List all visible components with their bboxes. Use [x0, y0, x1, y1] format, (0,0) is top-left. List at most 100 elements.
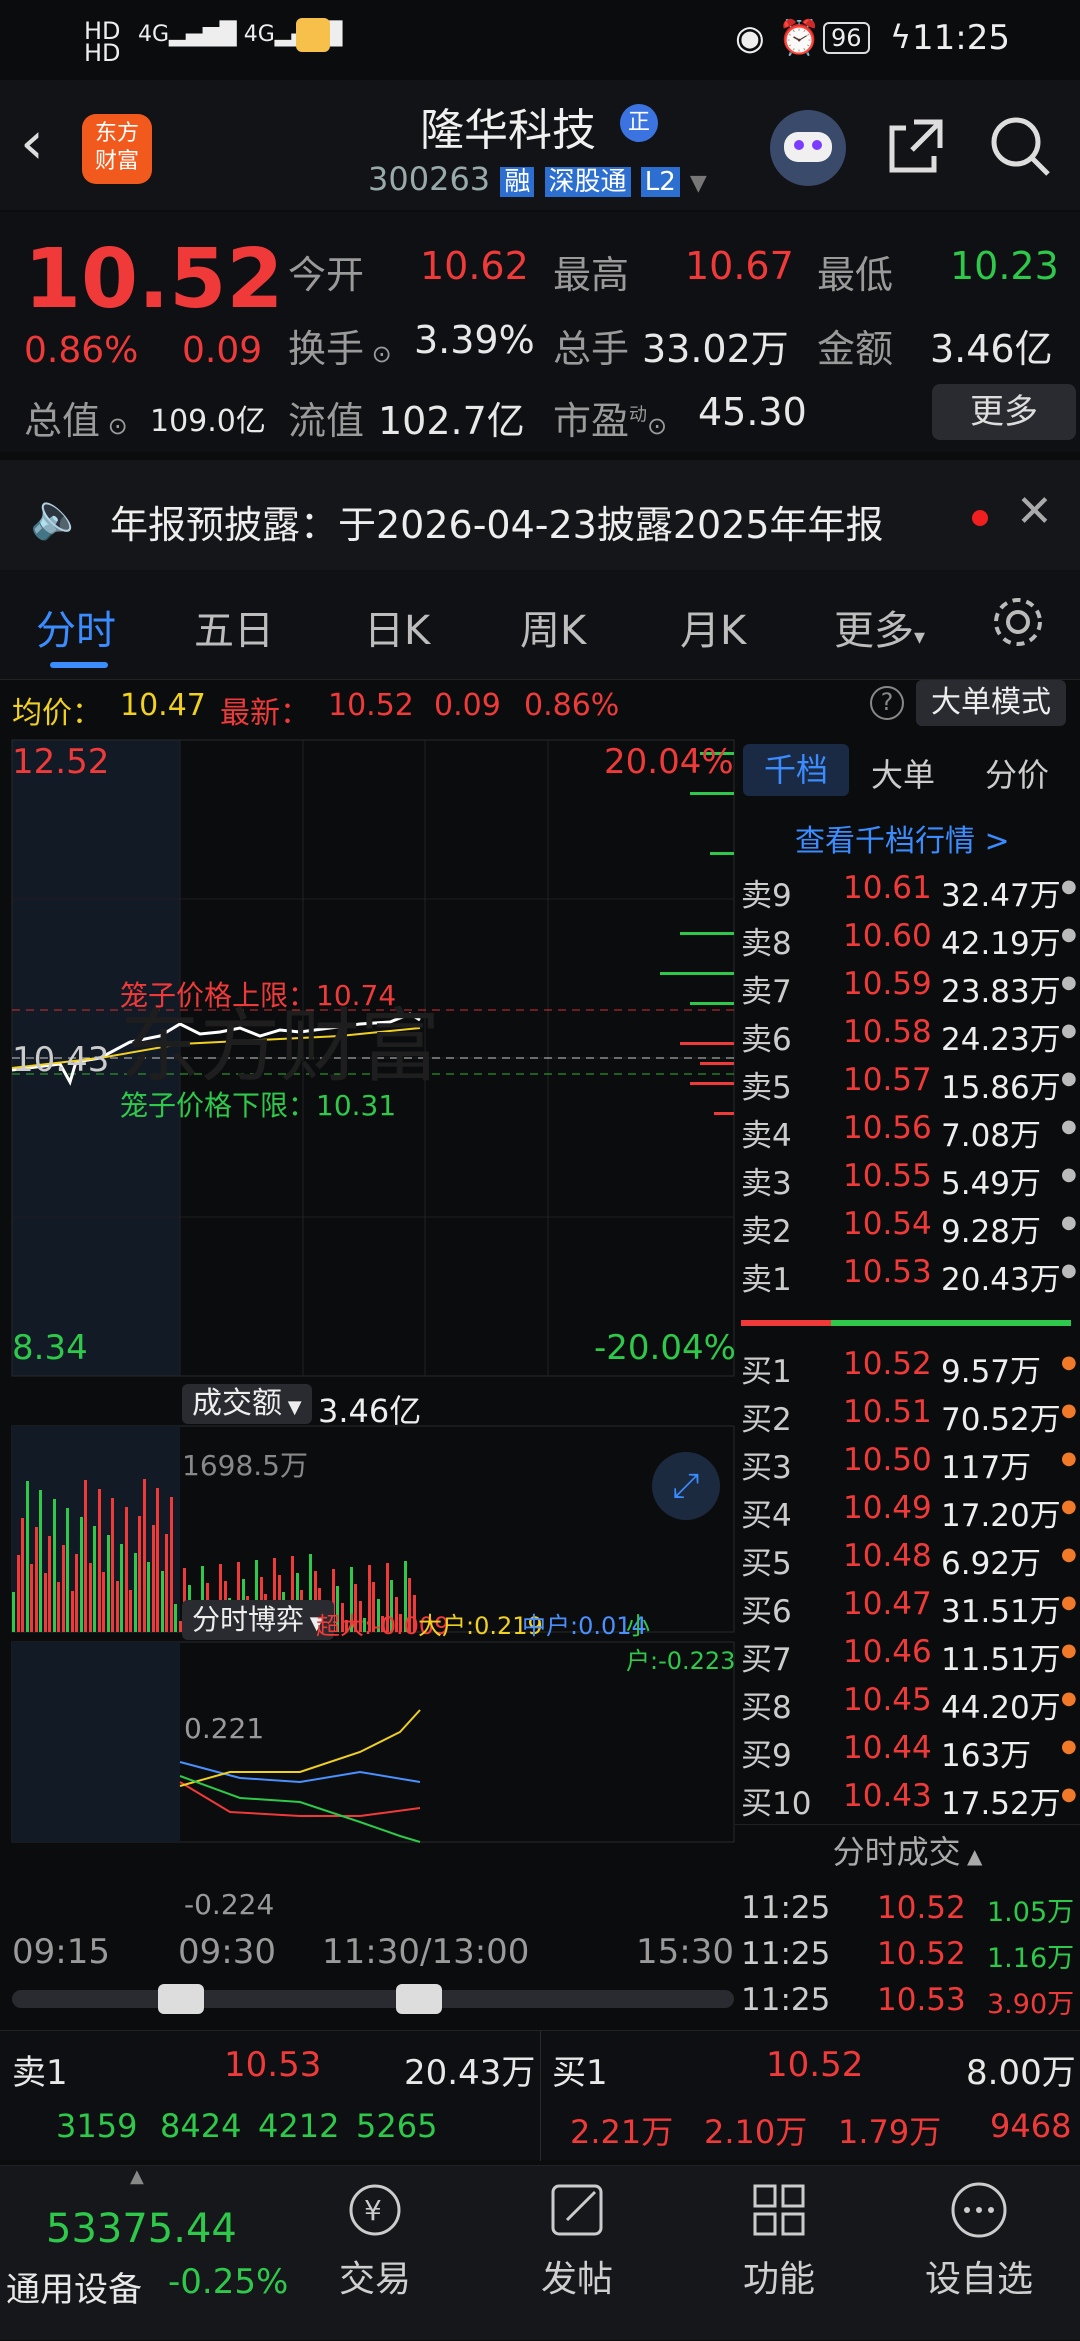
volume-type-dropdown[interactable]: 成交额 ▼	[182, 1384, 312, 1424]
bid-level-row[interactable]: 买5 10.48 6.92万 ●	[735, 1530, 1080, 1582]
order-dot-icon: ●	[1061, 1784, 1077, 1805]
network-icons: HD HD	[84, 17, 121, 67]
depth-link[interactable]: 查看千档行情 >	[795, 816, 1010, 860]
tab-daily-k[interactable]: 日K	[364, 598, 430, 656]
search-icon[interactable]	[988, 114, 1052, 178]
bid-level-row[interactable]: 买1 10.52 9.57万 ●	[735, 1338, 1080, 1390]
volume-bar	[97, 1489, 101, 1632]
bid-level-price: 10.45	[843, 1682, 932, 1718]
status-bar: HD HD 4G▂▄▆█ 4G▂▄▆█ ◉ ⏰ 96 ϟ 11:25	[0, 0, 1080, 80]
open-label: 今开	[288, 253, 365, 297]
order-dot-icon: ●	[1061, 1352, 1077, 1373]
title-bar: ‹ 东方 财富 隆华科技 正 300263 融 深股通 L2 ▼	[0, 80, 1080, 210]
buy1-volume: 8.00万	[966, 2053, 1076, 2093]
time-label: 09:30	[178, 1932, 276, 1972]
bid-level-row[interactable]: 买3 10.50 117万 ●	[735, 1434, 1080, 1486]
tab-five-day[interactable]: 五日	[194, 598, 274, 656]
intraday-chart[interactable]: 东方财富 12.52 20.04% 10.43 8.34 -20.04% 笼子价…	[0, 732, 736, 2028]
volume-bar	[124, 1507, 128, 1632]
bid-level-volume: 163万	[941, 1738, 1032, 1774]
app-logo[interactable]: 东方 财富	[82, 114, 152, 184]
ask-level-label: 卖2	[741, 1214, 792, 1250]
expand-icon[interactable]: ⤢	[652, 1452, 720, 1520]
buy-order-size: 1.79万	[838, 2113, 942, 2151]
index-ticker[interactable]: ▲ 53375.44 通用设备 -0.25%	[0, 2166, 300, 2341]
nav-functions[interactable]: 功能	[704, 2178, 854, 2302]
tick-price: 10.52	[877, 1890, 966, 1926]
buy-order-size: 2.21万	[570, 2113, 674, 2151]
tab-depth[interactable]: 千档	[743, 744, 849, 796]
close-icon[interactable]: ✕	[1016, 486, 1053, 537]
volume-label: 总手	[553, 327, 630, 371]
ratio-bar-sell	[741, 1320, 831, 1326]
nav-add-watchlist[interactable]: 设自选	[904, 2178, 1054, 2302]
high-label: 最高	[553, 253, 630, 297]
alarm-icon: ⏰	[778, 18, 821, 58]
ask-level-label: 卖7	[741, 974, 792, 1010]
svg-text:¥: ¥	[364, 2194, 382, 2227]
ask-level-row[interactable]: 卖4 10.56 7.08万 ●	[735, 1102, 1080, 1154]
ask-level-row[interactable]: 卖2 10.54 9.28万 ●	[735, 1198, 1080, 1250]
high-value: 10.67	[685, 244, 794, 288]
share-icon[interactable]	[884, 114, 948, 178]
tab-intraday[interactable]: 分时	[36, 598, 116, 656]
tab-weekly-k[interactable]: 周K	[520, 598, 586, 656]
tab-monthly-k[interactable]: 月K	[680, 598, 746, 656]
fund-flow-dropdown[interactable]: 分时博弈 ▼	[182, 1600, 334, 1640]
turnover-value: 3.39%	[414, 318, 535, 362]
volume-bar	[79, 1517, 83, 1632]
ask-level-row[interactable]: 卖1 10.53 20.43万 ●	[735, 1246, 1080, 1298]
tab-price-distribution[interactable]: 分价	[985, 750, 1049, 796]
nav-post[interactable]: 发帖	[502, 2178, 652, 2302]
big-order-mode-button[interactable]: 大单模式	[916, 680, 1066, 726]
tab-big-orders[interactable]: 大单	[871, 750, 935, 796]
ask-level-row[interactable]: 卖5 10.57 15.86万 ●	[735, 1054, 1080, 1106]
volume-bar	[169, 1497, 173, 1632]
tab-more[interactable]: 更多▾	[834, 598, 925, 656]
bid-level-row[interactable]: 买6 10.47 31.51万 ●	[735, 1578, 1080, 1630]
gear-icon[interactable]	[990, 594, 1046, 650]
fund-max: 0.221	[184, 1712, 265, 1745]
bid-level-row[interactable]: 买10 10.43 17.52万 ●	[735, 1770, 1080, 1822]
price-info-line: 均价： 10.47 最新： 10.52 0.09 0.86% ? 大单模式	[0, 680, 1080, 731]
bid-level-row[interactable]: 买7 10.46 11.51万 ●	[735, 1626, 1080, 1678]
bid-level-volume: 17.20万	[941, 1498, 1061, 1534]
ask-level-row[interactable]: 卖8 10.60 42.19万 ●	[735, 910, 1080, 962]
stock-code[interactable]: 300263 融 深股通 L2 ▼	[368, 160, 707, 198]
sell-order-size: 3159	[56, 2107, 138, 2145]
ask-level-row[interactable]: 卖6 10.58 24.23万 ●	[735, 1006, 1080, 1058]
order-dot-icon: ●	[1061, 1400, 1077, 1421]
volume-bar	[156, 1488, 159, 1632]
tick-list: 11:25 10.52 1.05万 11:25 10.52 1.16万 11:25 10.53…	[735, 1882, 1080, 2022]
bid-level-row[interactable]: 买8 10.45 44.20万 ●	[735, 1674, 1080, 1726]
more-button[interactable]: 更多	[932, 384, 1076, 440]
nav-trade[interactable]: ¥ 交易	[300, 2178, 450, 2302]
ask-level-volume: 42.19万	[941, 926, 1061, 962]
ask-level-price: 10.55	[843, 1158, 932, 1194]
level1-summary: 卖1 10.53 20.43万 3159 8424 4212 5265 买1 1…	[0, 2030, 1080, 2161]
announcement-bar[interactable]: 🔈 年报预披露：于2026-04-23披露2025年年报 ✕	[0, 460, 1080, 570]
ask-level-row[interactable]: 卖9 10.61 32.47万 ●	[735, 862, 1080, 914]
bid-level-price: 10.50	[843, 1442, 932, 1478]
back-icon[interactable]: ‹	[20, 108, 44, 178]
volume-bar	[111, 1498, 114, 1632]
ask-level-volume: 7.08万	[941, 1118, 1042, 1154]
bid-level-row[interactable]: 买4 10.49 17.20万 ●	[735, 1482, 1080, 1534]
ask-level-row[interactable]: 卖3 10.55 5.49万 ●	[735, 1150, 1080, 1202]
info-icon: ⊙	[364, 340, 392, 368]
bid-level-volume: 6.92万	[941, 1546, 1042, 1582]
bid-level-label: 买1	[741, 1354, 792, 1390]
robot-assistant-icon[interactable]	[770, 110, 846, 186]
order-dot-icon: ●	[1061, 876, 1077, 897]
ticks-header[interactable]: 分时成交 ▲	[735, 1824, 1080, 1878]
ask-level-price: 10.54	[843, 1206, 932, 1242]
ask-level-price: 10.60	[843, 918, 932, 954]
bid-level-volume: 9.57万	[941, 1354, 1042, 1390]
volume-bar	[39, 1490, 42, 1632]
help-icon[interactable]: ?	[870, 686, 904, 720]
volume-bar	[75, 1554, 78, 1632]
float-cap-value: 102.7亿	[378, 399, 525, 443]
bid-level-row[interactable]: 买2 10.51 70.52万 ●	[735, 1386, 1080, 1438]
ask-level-row[interactable]: 卖7 10.59 23.83万 ●	[735, 958, 1080, 1010]
bid-level-row[interactable]: 买9 10.44 163万 ●	[735, 1722, 1080, 1774]
